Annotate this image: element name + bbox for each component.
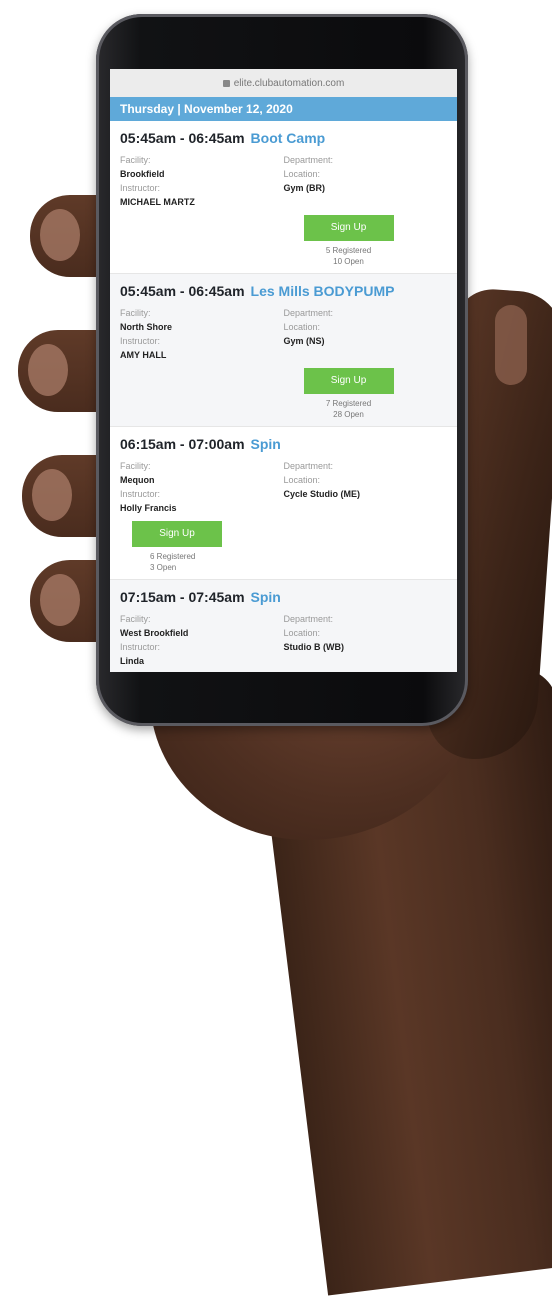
sign-up-button[interactable]: Sign Up (303, 368, 394, 394)
instructor-value: Holly Francis (120, 503, 177, 513)
finger-nail (28, 344, 68, 396)
finger-nail (32, 469, 72, 521)
location-value: Studio B (WB) (283, 642, 344, 652)
class-title: 06:15am - 07:00am Spin (120, 435, 447, 453)
instructor-label: Instructor: (120, 642, 161, 652)
class-card: 07:15am - 07:45am Spin Facility: West Bro… (110, 580, 457, 672)
facility-value: Mequon (120, 475, 155, 485)
instructor-value: AMY HALL (120, 350, 167, 360)
location-value: Gym (NS) (283, 336, 325, 346)
open-count: 3 Open (150, 563, 177, 572)
class-time: 05:45am - 06:45am (120, 130, 245, 146)
registered-count: 5 Registered (325, 246, 372, 255)
department-label: Department: (283, 614, 334, 624)
class-title: 05:45am - 06:45am Boot Camp (120, 129, 447, 147)
class-card: 06:15am - 07:00am Spin Facility: Mequon I… (110, 427, 457, 580)
facility-value: Brookfield (120, 169, 165, 179)
sign-up-button[interactable]: Sign Up (303, 215, 394, 241)
class-name-link[interactable]: Spin (251, 436, 281, 452)
facility-label: Facility: (120, 614, 151, 624)
registration-stats: 7 Registered 28 Open (120, 398, 447, 420)
location-value: Cycle Studio (ME) (283, 489, 361, 499)
open-count: 28 Open (333, 410, 364, 419)
class-name-link[interactable]: Les Mills BODYPUMP (251, 283, 395, 299)
lock-icon (222, 79, 230, 87)
open-count: 10 Open (333, 257, 364, 266)
registration-stats: 5 Registered 10 Open (120, 245, 447, 267)
facility-label: Facility: (120, 155, 151, 165)
registered-count: 6 Registered (150, 552, 196, 561)
location-value: Gym (BR) (283, 183, 326, 193)
schedule-date-header: Thursday | November 12, 2020 (110, 97, 457, 121)
department-label: Department: (283, 155, 334, 165)
thumb-nail (495, 305, 527, 385)
facility-label: Facility: (120, 308, 151, 318)
sign-up-button[interactable]: Sign Up (132, 521, 222, 547)
department-label: Department: (283, 461, 334, 471)
facility-value: North Shore (120, 322, 173, 332)
finger-nail (40, 209, 80, 261)
instructor-value: Linda (120, 656, 144, 666)
phone-screen: elite.clubautomation.com Thursday | Nove… (110, 69, 457, 672)
instructor-value: MICHAEL MARTZ (120, 197, 195, 207)
department-label: Department: (283, 308, 334, 318)
instructor-label: Instructor: (120, 183, 161, 193)
class-title: 07:15am - 07:45am Spin (120, 588, 447, 606)
class-time: 06:15am - 07:00am (120, 436, 245, 452)
location-label: Location: (283, 475, 321, 485)
class-title: 05:45am - 06:45am Les Mills BODYPUMP (120, 282, 447, 300)
instructor-label: Instructor: (120, 489, 161, 499)
class-time: 05:45am - 06:45am (120, 283, 245, 299)
class-name-link[interactable]: Boot Camp (251, 130, 326, 146)
browser-url-bar[interactable]: elite.clubautomation.com (110, 69, 457, 97)
location-label: Location: (283, 628, 321, 638)
finger-nail (40, 574, 80, 626)
class-card: 05:45am - 06:45am Boot Camp Facility: Bro… (110, 121, 457, 274)
registration-stats: 6 Registered 3 Open (120, 551, 447, 573)
location-label: Location: (283, 169, 321, 179)
url-text: elite.clubautomation.com (233, 77, 345, 89)
class-name-link[interactable]: Spin (251, 589, 281, 605)
instructor-label: Instructor: (120, 336, 161, 346)
facility-value: West Brookfield (120, 628, 189, 638)
location-label: Location: (283, 322, 321, 332)
class-card: 05:45am - 06:45am Les Mills BODYPUMP Faci… (110, 274, 457, 427)
facility-label: Facility: (120, 461, 151, 471)
class-time: 07:15am - 07:45am (120, 589, 245, 605)
registered-count: 7 Registered (325, 399, 372, 408)
